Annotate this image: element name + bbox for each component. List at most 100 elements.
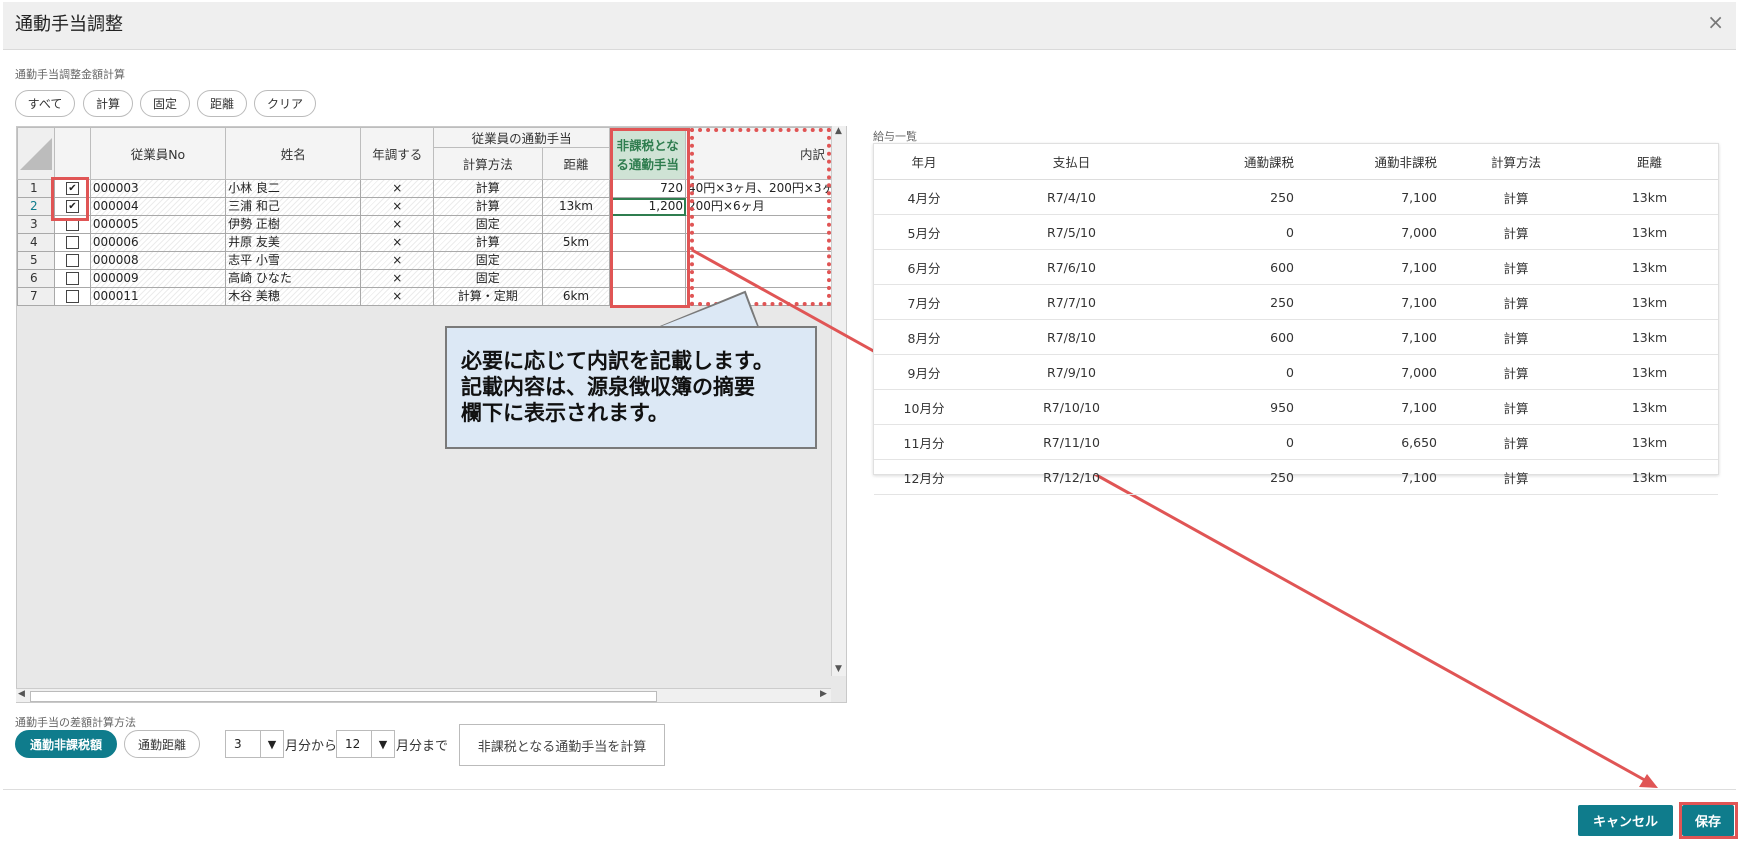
calc-calc-button[interactable]: 計算 [83,90,133,117]
calc-clear-button[interactable]: クリア [254,90,316,117]
row-checkbox-cell[interactable] [54,269,91,288]
mode-distance-button[interactable]: 通勤距離 [124,730,200,758]
cell-distance[interactable] [541,269,611,288]
row-number[interactable]: 6 [17,269,55,288]
cell-year-adjust[interactable]: × [360,215,434,234]
cell-breakdown[interactable] [685,233,846,252]
cell-year-adjust[interactable]: × [360,287,434,306]
cell-distance[interactable] [541,251,611,270]
row-checkbox[interactable] [65,272,79,285]
cell-name[interactable]: 高崎 ひなた [225,269,362,288]
cell-year-adjust[interactable]: × [360,197,434,216]
table-row[interactable]: 6 000009 高崎 ひなた × 固定 [17,269,846,288]
cell-nontax[interactable] [609,287,687,306]
cell-employee-no[interactable]: 000005 [89,215,227,234]
cell-name[interactable]: 木谷 美穂 [225,287,362,306]
cell-calc-method[interactable]: 固定 [433,269,543,288]
cell-distance[interactable] [541,179,611,198]
cell-employee-no[interactable]: 000003 [89,179,227,198]
cell-breakdown[interactable]: 200円×6ヶ月 [685,197,846,216]
row-checkbox-cell[interactable] [54,251,91,270]
grid-vertical-scrollbar[interactable]: ▲ ▼ [831,126,846,676]
table-row[interactable]: 3 000005 伊勢 正樹 × 固定 [17,215,846,234]
cell-distance[interactable] [541,215,611,234]
row-checkbox-cell[interactable] [54,287,91,306]
mode-nontax-button[interactable]: 通勤非課税額 [15,730,117,758]
row-checkbox[interactable] [65,218,79,231]
scroll-left-icon[interactable]: ◀ [18,689,25,699]
save-button[interactable]: 保存 [1682,805,1734,836]
row-checkbox-cell[interactable]: ✔ [54,179,91,198]
close-icon[interactable]: × [1707,10,1724,34]
cell-nontax[interactable] [609,215,687,234]
cell-year-adjust[interactable]: × [360,179,434,198]
grid-horizontal-scrollbar[interactable]: ◀ ▶ [16,688,831,702]
cell-calc-method[interactable]: 計算 [433,233,543,252]
cell-employee-no[interactable]: 000008 [89,251,227,270]
cell-year-adjust[interactable]: × [360,251,434,270]
row-number[interactable]: 4 [17,233,55,252]
row-checkbox-cell[interactable] [54,233,91,252]
cell-calc-method[interactable]: 固定 [433,215,543,234]
cell-breakdown[interactable] [685,269,846,288]
calc-fixed-button[interactable]: 固定 [140,90,190,117]
salary-header-nontaxable: 通勤非課税 [1324,144,1451,180]
cancel-button[interactable]: キャンセル [1578,805,1673,836]
cell-name[interactable]: 三浦 和己 [225,197,362,216]
calc-all-button[interactable]: すべて [15,90,75,117]
row-checkbox-cell[interactable]: ✔ [54,197,91,216]
row-number[interactable]: 7 [17,287,55,306]
cell-breakdown[interactable] [685,215,846,234]
cell-distance[interactable]: 6km [541,287,611,306]
cell-distance[interactable]: 5km [541,233,611,252]
row-number[interactable]: 2 [17,197,55,216]
cell-calc-method[interactable]: 計算・定期 [433,287,543,306]
cell-nontax[interactable] [609,233,687,252]
table-row[interactable]: 4 000006 井原 友美 × 計算 5km [17,233,846,252]
cell-name[interactable]: 志平 小雪 [225,251,362,270]
calc-nontax-button[interactable]: 非課税となる通勤手当を計算 [459,724,665,766]
cell-calc-method[interactable]: 固定 [433,251,543,270]
row-checkbox[interactable] [65,254,79,267]
table-row[interactable]: 2 ✔ 000004 三浦 和己 × 計算 13km 1,200 200円×6ヶ月 [17,197,846,216]
cell-employee-no[interactable]: 000011 [89,287,227,306]
row-checkbox-cell[interactable] [54,215,91,234]
cell-breakdown[interactable] [685,251,846,270]
from-month-select[interactable]: 3 ▼ [225,730,284,758]
horizontal-scroll-thumb[interactable] [30,691,657,702]
table-row[interactable]: 7 000011 木谷 美穂 × 計算・定期 6km [17,287,846,306]
cell-calc-method[interactable]: 計算 [433,179,543,198]
row-number[interactable]: 3 [17,215,55,234]
cell-nontax[interactable]: 1,200 [609,197,687,216]
scroll-down-icon[interactable]: ▼ [835,664,842,674]
cell-nontax[interactable]: 720 [609,179,687,198]
row-checkbox[interactable] [65,290,79,303]
cell-employee-no[interactable]: 000004 [89,197,227,216]
cell-employee-no[interactable]: 000009 [89,269,227,288]
row-number[interactable]: 1 [17,179,55,198]
row-checkbox[interactable]: ✔ [65,182,79,195]
cell-employee-no[interactable]: 000006 [89,233,227,252]
cell-name[interactable]: 伊勢 正樹 [225,215,362,234]
cell-year-adjust[interactable]: × [360,233,434,252]
table-row[interactable]: 5 000008 志平 小雪 × 固定 [17,251,846,270]
calc-distance-button[interactable]: 距離 [197,90,247,117]
table-row[interactable]: 1 ✔ 000003 小林 良二 × 計算 720 40円×3ヶ月、200円×3ヶ [17,179,846,198]
cell-nontax[interactable] [609,269,687,288]
scroll-up-icon[interactable]: ▲ [835,126,842,136]
cell-name[interactable]: 小林 良二 [225,179,362,198]
to-month-select[interactable]: 12 ▼ [336,730,395,758]
cell-calc-method[interactable]: 計算 [433,197,543,216]
cell-nontax[interactable] [609,251,687,270]
cell-year-adjust[interactable]: × [360,269,434,288]
salary-nontaxable: 7,000 [1324,354,1451,390]
cell-breakdown[interactable] [685,287,846,306]
scroll-right-icon[interactable]: ▶ [820,689,827,699]
cell-distance[interactable]: 13km [541,197,611,216]
cell-name[interactable]: 井原 友美 [225,233,362,252]
grid-corner[interactable] [17,127,55,180]
row-checkbox[interactable]: ✔ [65,200,79,213]
cell-breakdown[interactable]: 40円×3ヶ月、200円×3ヶ [685,179,846,198]
row-checkbox[interactable] [65,236,79,249]
row-number[interactable]: 5 [17,251,55,270]
